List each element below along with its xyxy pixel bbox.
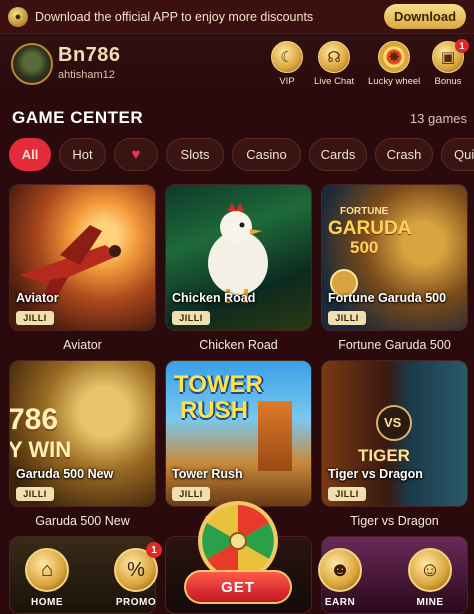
header-nav-lucky-wheel[interactable]: ✸ Lucky wheel [368,41,420,87]
tab-crash[interactable]: Crash [375,138,433,171]
game-art-text: GARUDA [328,218,412,239]
game-art-text: Y WIN [9,437,72,462]
tab-hot[interactable]: Hot [59,138,106,171]
game-card-garuda-500-new[interactable]: 786 Y WIN Garuda 500 New JILLI Garuda 50… [9,360,156,528]
game-card-aviator[interactable]: Aviator JILLI Aviator [9,184,156,352]
nav-lucky-wheel-get[interactable]: GET [182,497,294,614]
game-caption: Garuda 500 New [35,514,130,528]
heart-icon: ♥ [131,146,141,163]
crescent-icon: ☾ [271,41,303,73]
game-title: Tower Rush [172,467,243,481]
download-banner: ● Download the official APP to enjoy mor… [0,0,474,34]
game-art-text: FORTUNE [340,206,389,217]
game-caption: Chicken Road [199,338,278,352]
game-thumbnail[interactable]: VS TIGER Tiger vs Dragon JILLI [321,360,468,507]
airplane-icon [20,225,121,303]
game-count: 13 games [409,111,467,126]
nav-label: EARN [324,597,356,608]
game-card-fortune-garuda-500[interactable]: FORTUNE GARUDA 500 Fortune Garuda 500 JI… [321,184,468,352]
header-nav-vip[interactable]: ☾ VIP [271,41,303,87]
tab-all[interactable]: All [9,138,51,171]
header-nav-label: Live Chat [314,76,355,87]
bonus-badge: 1 [455,39,469,53]
nav-home[interactable]: ⌂ HOME [17,548,77,608]
user-icon: ☺ [408,548,452,592]
nav-promo[interactable]: % 1 PROMO [106,542,166,608]
brand-name: Bn786 [58,44,121,66]
game-title: Chicken Road [172,291,256,305]
header-nav-label: Lucky wheel [368,76,421,87]
game-art-text: RUSH [180,397,249,424]
nav-earn[interactable]: ☻ EARN [310,548,370,608]
game-card-tiger-vs-dragon[interactable]: VS TIGER Tiger vs Dragon JILLI Tiger vs … [321,360,468,528]
users-icon: ☻ [318,548,362,592]
avatar[interactable] [11,43,53,85]
game-art-text: 786 [9,403,59,436]
game-title: Fortune Garuda 500 [328,291,447,305]
username: ahtisham12 [58,69,115,81]
game-thumbnail[interactable]: Aviator JILLI [9,184,156,331]
app-logo-icon: ● [8,6,28,27]
game-art-text: TOWER [174,371,263,398]
game-thumbnail[interactable]: TOWER RUSH Tower Rush JILLI [165,360,312,507]
provider-badge: JILLI [16,487,54,501]
tab-slots[interactable]: Slots [166,138,224,171]
tab-casino[interactable]: Casino [232,138,301,171]
header-nav-label: VIP [279,76,295,87]
game-title: Garuda 500 New [16,467,114,481]
chicken-icon [208,203,268,303]
promo-badge: 1 [146,542,162,558]
game-card-chicken-road[interactable]: Chicken Road JILLI Chicken Road [165,184,312,352]
game-title: Tiger vs Dragon [328,467,423,481]
game-caption: Fortune Garuda 500 [338,338,451,352]
game-thumbnail[interactable]: FORTUNE GARUDA 500 Fortune Garuda 500 JI… [321,184,468,331]
wheel-icon: ✸ [378,41,411,73]
game-art-text: 500 [350,238,379,257]
header-nav-label: Bonus [434,76,462,87]
tower-illustration [258,401,292,471]
game-thumbnail[interactable]: 786 Y WIN Garuda 500 New JILLI [9,360,156,507]
game-thumbnail[interactable]: Chicken Road JILLI [165,184,312,331]
game-caption: Aviator [63,338,102,352]
header: Bn786 ahtisham12 ☾ VIP ☊ Live Chat ✸ Luc… [0,34,474,92]
home-icon: ⌂ [25,548,69,592]
game-art-text: TIGER [358,446,410,465]
section-title: GAME CENTER [12,108,144,127]
provider-badge: JILLI [172,311,210,325]
download-button[interactable]: Download [384,4,466,29]
gift-icon: ▣ 1 [432,39,469,73]
header-nav-bonus[interactable]: ▣ 1 Bonus [432,39,469,87]
game-caption: Tiger vs Dragon [350,514,439,528]
game-art-text: VS [384,415,402,430]
nav-mine[interactable]: ☺ MINE [400,548,460,608]
nav-label: HOME [31,597,63,608]
tab-quick[interactable]: Quic [441,138,474,171]
game-title: Aviator [16,291,59,305]
provider-badge: JILLI [16,311,54,325]
nav-label: PROMO [115,597,157,608]
nav-label: MINE [416,597,444,608]
headset-icon: ☊ [318,41,351,73]
provider-badge: JILLI [328,311,366,325]
get-button[interactable]: GET [184,570,292,604]
tab-favorites[interactable]: ♥ [114,138,158,171]
banner-text: Download the official APP to enjoy more … [35,9,314,24]
header-nav-live-chat[interactable]: ☊ Live Chat [314,41,354,87]
tab-cards[interactable]: Cards [309,138,367,171]
category-tabs: All Hot ♥ Slots Casino Cards Crash Quic [9,138,474,172]
provider-badge: JILLI [328,487,366,501]
